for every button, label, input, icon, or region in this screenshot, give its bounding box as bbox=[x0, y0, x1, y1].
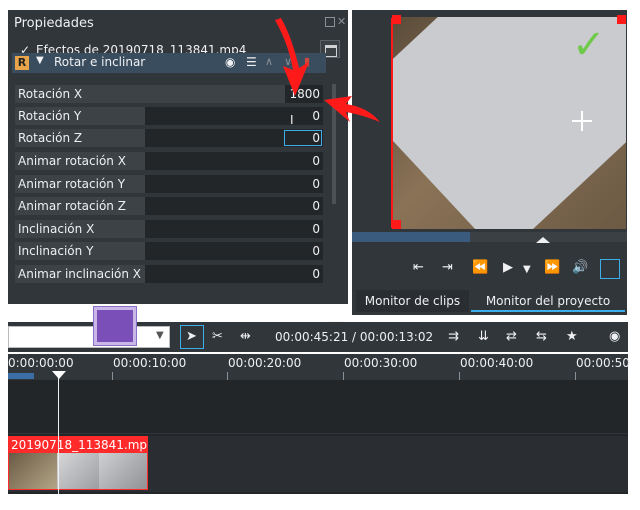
param-label: Inclinación Y bbox=[18, 244, 94, 258]
volume-icon[interactable]: 🔊 bbox=[572, 260, 588, 275]
razor-icon[interactable]: ✂ bbox=[212, 329, 223, 344]
param-label: Rotación Z bbox=[18, 131, 83, 145]
param-animar-inclinacion-x[interactable]: Animar inclinación X 0 bbox=[14, 264, 324, 284]
ruler-tick-label: 00:00:20:00 bbox=[228, 356, 302, 370]
param-rotacion-y[interactable]: Rotación Y 0 bbox=[14, 106, 324, 126]
record-icon[interactable]: ◉ bbox=[609, 329, 620, 344]
param-label: Animar rotación Z bbox=[18, 199, 126, 213]
annotation-arrow-down bbox=[275, 18, 309, 96]
ruler-tick-label: 00:00:30:00 bbox=[344, 356, 418, 370]
clip-thumbnail bbox=[99, 453, 147, 489]
video-track[interactable] bbox=[8, 382, 628, 434]
param-value[interactable]: 0 bbox=[312, 131, 320, 145]
float-icon[interactable] bbox=[325, 17, 335, 27]
ruler-tick-label: 00:00:40:00 bbox=[460, 356, 534, 370]
center-crosshair-icon bbox=[581, 111, 583, 131]
timeline-clip[interactable]: 20190718_113841.mp4 bbox=[8, 436, 148, 490]
ruler-tick bbox=[459, 372, 460, 380]
frame-handle-top-left[interactable] bbox=[392, 15, 401, 24]
param-label: Animar inclinación X bbox=[18, 267, 142, 281]
zone-out-icon[interactable]: ⇥ bbox=[442, 260, 453, 275]
menu-icon[interactable]: ☰ bbox=[246, 55, 257, 69]
playhead-handle[interactable] bbox=[52, 371, 66, 379]
clip-thumbnail bbox=[9, 453, 57, 489]
param-label: Inclinación X bbox=[18, 222, 95, 236]
param-label: Animar rotación X bbox=[18, 154, 126, 168]
param-value[interactable]: 0 bbox=[312, 199, 320, 213]
monitor-zone bbox=[352, 232, 470, 242]
param-inclinacion-y[interactable]: Inclinación Y 0 bbox=[14, 241, 324, 261]
eye-icon[interactable]: ◉ bbox=[225, 55, 235, 69]
check-icon: ✓ bbox=[572, 22, 606, 68]
effect-title: Rotar e inclinar bbox=[54, 55, 146, 69]
track-select[interactable] bbox=[8, 326, 170, 348]
param-rotacion-z[interactable]: Rotación Z 0 bbox=[14, 128, 324, 148]
spacer-icon[interactable]: ⇹ bbox=[240, 329, 251, 344]
ruler-tick bbox=[227, 372, 228, 380]
ruler-tick bbox=[575, 372, 576, 380]
param-value[interactable]: 0 bbox=[312, 177, 320, 191]
frame-handle-top-right[interactable] bbox=[617, 15, 626, 24]
forward-icon[interactable]: ⏩ bbox=[544, 260, 560, 275]
param-label: Rotación X bbox=[18, 87, 83, 101]
zone-in-icon[interactable]: ⇤ bbox=[413, 260, 424, 275]
param-value[interactable]: 0 bbox=[312, 222, 320, 236]
param-label: Animar rotación Y bbox=[18, 177, 126, 191]
frame-handle-bottom-left[interactable] bbox=[392, 220, 401, 229]
tab-clip-monitor[interactable]: Monitor de clips bbox=[356, 290, 469, 312]
close-icon[interactable]: ✕ bbox=[337, 15, 346, 28]
time-ruler[interactable] bbox=[8, 354, 628, 380]
cursor-icon[interactable]: ➤ bbox=[186, 329, 197, 344]
ruler-tick bbox=[112, 372, 113, 380]
star-icon[interactable]: ★ bbox=[566, 329, 578, 344]
fullscreen-icon[interactable] bbox=[600, 259, 620, 279]
chevron-down-icon[interactable]: ▼ bbox=[156, 330, 164, 341]
annotation-arrow-left bbox=[324, 96, 380, 122]
ruler-tick-label: 0:00:00:00 bbox=[8, 356, 74, 370]
clip-title: 20190718_113841.mp4 bbox=[9, 437, 147, 453]
monitor-position-marker[interactable] bbox=[536, 237, 550, 243]
param-animar-rotacion-y[interactable]: Animar rotación Y 0 bbox=[14, 174, 324, 194]
play-icon[interactable]: ▶ bbox=[503, 260, 513, 275]
param-value[interactable]: 0 bbox=[312, 109, 320, 123]
lift-icon[interactable]: ⇄ bbox=[506, 329, 517, 344]
text-cursor-icon: I bbox=[290, 113, 294, 127]
effect-badge: R bbox=[15, 56, 29, 70]
param-animar-rotacion-z[interactable]: Animar rotación Z 0 bbox=[14, 196, 324, 216]
properties-title: Propiedades bbox=[14, 16, 94, 31]
rewind-icon[interactable]: ⏪ bbox=[472, 260, 488, 275]
timecode-display[interactable]: 00:00:45:21 / 00:00:13:02 bbox=[275, 330, 433, 344]
param-inclinacion-x[interactable]: Inclinación X 0 bbox=[14, 219, 324, 239]
ruler-tick bbox=[343, 372, 344, 380]
timeline-zone[interactable] bbox=[8, 373, 34, 379]
param-value[interactable]: 0 bbox=[312, 244, 320, 258]
param-value[interactable]: 0 bbox=[312, 154, 320, 168]
frame-border bbox=[391, 18, 393, 228]
overwrite-icon[interactable]: ⇊ bbox=[478, 329, 489, 344]
play-options-arrow-icon[interactable]: ▼ bbox=[523, 264, 531, 275]
playhead-line bbox=[58, 378, 59, 494]
clip-thumbnail bbox=[57, 453, 99, 489]
param-value[interactable]: 0 bbox=[312, 267, 320, 281]
param-label: Rotación Y bbox=[18, 109, 82, 123]
insert-icon[interactable]: ⇉ bbox=[448, 329, 459, 344]
param-animar-rotacion-x[interactable]: Animar rotación X 0 bbox=[14, 151, 324, 171]
collapse-arrow-icon[interactable]: ▼ bbox=[36, 55, 44, 66]
tab-project-monitor[interactable]: Monitor del proyecto bbox=[471, 290, 625, 312]
extract-icon[interactable]: ⇆ bbox=[536, 329, 547, 344]
library-thumbnail-image bbox=[97, 310, 133, 342]
ruler-tick-label: 00:00:50 bbox=[576, 356, 630, 370]
ruler-tick-label: 00:00:10:00 bbox=[113, 356, 187, 370]
